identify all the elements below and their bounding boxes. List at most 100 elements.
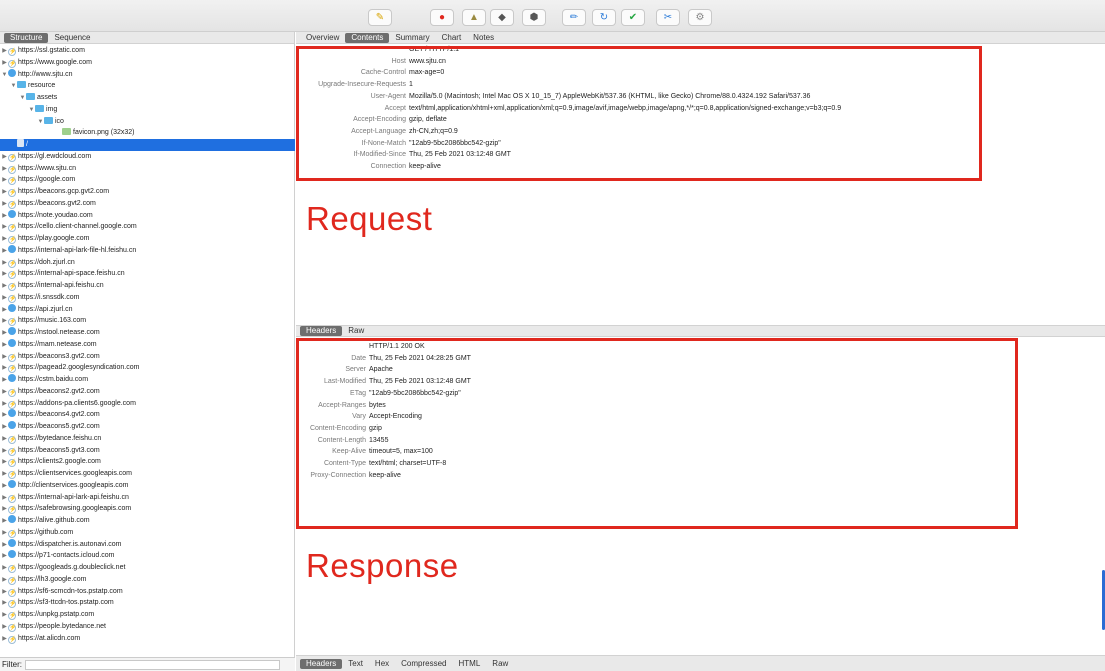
turtle-button[interactable]: ◆ <box>490 9 514 26</box>
tree-row[interactable]: ▼ img <box>0 104 295 116</box>
settings-button[interactable]: ⚙ <box>688 9 712 26</box>
tree-row-label: https://music.163.com <box>18 317 87 325</box>
tab-structure[interactable]: Structure <box>4 32 49 43</box>
tab-response-hex[interactable]: Hex <box>369 659 395 669</box>
filter-input[interactable] <box>25 659 280 670</box>
tree-row[interactable]: ▶ ⚡ https://at.alicdn.com <box>0 633 295 645</box>
tab-response-compressed[interactable]: Compressed <box>395 659 452 669</box>
tree-row[interactable]: ▶ ⚡ https://github.com <box>0 527 295 539</box>
tree-row[interactable]: ▶ http://clientservices.googleapis.com <box>0 479 295 492</box>
tree-row[interactable]: ▶ ⚡ https://clientservices.googleapis.com <box>0 468 295 480</box>
tree-row[interactable]: ▶ https://nstool.netease.com <box>0 327 295 339</box>
tree-row[interactable]: ▶ ⚡ https://sf6-scmcdn-tos.pstatp.com <box>0 586 295 598</box>
tree-row[interactable]: ▶ ⚡ https://unpkg.pstatp.com <box>0 609 295 621</box>
tree-row[interactable]: ▶ ⚡ https://bytedance.feishu.cn <box>0 433 295 445</box>
tab-request-headers[interactable]: Headers <box>300 326 343 336</box>
secure-host-icon: ⚡ <box>8 529 17 538</box>
tree-row[interactable]: ▶ ⚡ https://doh.zjurl.cn <box>0 257 295 269</box>
secure-host-icon: ⚡ <box>8 153 17 162</box>
tree-row[interactable]: ▶ ⚡ https://cello.client-channel.google.co… <box>0 221 295 233</box>
compose-button[interactable]: ✏ <box>562 9 586 26</box>
tree-row[interactable]: ▶ ⚡ https://www.sjtu.cn <box>0 163 295 175</box>
tree-row-label: https://people.bytedance.net <box>18 622 106 630</box>
secure-host-icon: ⚡ <box>8 459 17 468</box>
tree-row[interactable]: ▶ https://internal-api-lark-file-hl.feish… <box>0 244 295 257</box>
secure-host-icon: ⚡ <box>8 400 17 409</box>
globe-icon <box>8 374 16 382</box>
secure-host-icon: ⚡ <box>8 612 17 620</box>
tree-row[interactable]: ▶ ⚡ https://beacons5.gvt3.com <box>0 445 295 457</box>
tree-row[interactable]: ▶ ⚡ https://addons-pa.clients6.google.com <box>0 398 295 410</box>
tab-response-headers[interactable]: Headers <box>300 658 343 669</box>
tree-row[interactable]: ▶ ⚡ https://music.163.com <box>0 315 295 327</box>
tree-row[interactable]: ▶ ⚡ https://internal-api-lark-api.feishu.c… <box>0 492 295 504</box>
tree-row[interactable]: ▶ ⚡ https://beacons2.gvt2.com <box>0 386 295 398</box>
tree-row[interactable]: ▶ ⚡ https://sf3-ttcdn-tos.pstatp.com <box>0 597 295 609</box>
tab-summary[interactable]: Summary <box>389 33 435 43</box>
secure-host-icon: ⚡ <box>8 271 17 280</box>
tree-row[interactable]: / <box>0 139 295 151</box>
tree-row[interactable]: ▶ https://alive.github.com <box>0 515 295 527</box>
breakpoint-button[interactable]: ⬢ <box>522 9 546 26</box>
tree-row[interactable]: ▶ https://mam.netease.com <box>0 338 295 351</box>
tree-row[interactable]: ▶ ⚡ https://lh3.google.com <box>0 574 295 586</box>
broom-button[interactable]: ✎ <box>368 9 392 26</box>
tree-row[interactable]: ▶ ⚡ https://safebrowsing.googleapis.com <box>0 503 295 515</box>
tree-row[interactable]: ▶ https://note.youdao.com <box>0 209 295 222</box>
tree-row[interactable]: ▼ ico <box>0 116 295 128</box>
tree-row[interactable]: ▶ ⚡ https://play.google.com <box>0 233 295 245</box>
secure-host-icon: ⚡ <box>8 177 17 186</box>
tree-row[interactable]: ▶ https://beacons4.gvt2.com <box>0 409 295 421</box>
record-button[interactable]: ● <box>430 9 454 26</box>
lock-button[interactable]: ▲ <box>462 9 486 26</box>
tree-row-label: https://p71-contacts.icloud.com <box>18 552 115 560</box>
tab-contents[interactable]: Contents <box>345 32 390 43</box>
tree-row[interactable]: ▶ ⚡ https://googleads.g.doubleclick.net <box>0 562 295 574</box>
tree-row[interactable]: ▶ https://api.zjurl.cn <box>0 303 295 316</box>
tab-response-raw[interactable]: Raw <box>486 659 514 669</box>
tree-row[interactable]: ▶ https://dispatcher.is.autonavi.com <box>0 538 295 551</box>
tree-row[interactable]: ▶ ⚡ https://beacons.gvt2.com <box>0 198 295 210</box>
tab-response-html[interactable]: HTML <box>453 659 487 669</box>
tab-request-raw[interactable]: Raw <box>342 326 370 336</box>
tree-row[interactable]: ▶ ⚡ https://www.google.com <box>0 57 295 69</box>
tree-row[interactable]: ▶ https://p71-contacts.icloud.com <box>0 550 295 562</box>
tree-row-label: https://beacons.gcp.gvt2.com <box>18 188 110 195</box>
record-icon: ● <box>438 11 446 23</box>
tree-row[interactable]: ▶ ⚡ https://clients2.google.com <box>0 456 295 468</box>
tree-row[interactable]: ▶ ⚡ https://ssl.gstatic.com <box>0 45 295 57</box>
secure-host-icon: ⚡ <box>8 283 17 291</box>
tree-row[interactable]: ▶ ⚡ https://google.com <box>0 174 295 186</box>
tab-overview[interactable]: Overview <box>300 33 345 43</box>
validate-button[interactable]: ✔ <box>621 9 645 26</box>
tree-row[interactable]: ▼ assets <box>0 92 295 104</box>
secure-host-icon: ⚡ <box>8 494 17 503</box>
filter-bar: Filter: <box>0 657 295 671</box>
tree-row[interactable]: ▶ ⚡ https://internal-api.feishu.cn <box>0 280 295 292</box>
tree-row-label: https://www.sjtu.cn <box>18 164 76 172</box>
globe-icon <box>8 479 16 488</box>
tree-row[interactable]: ▶ https://beacons5.gvt2.com <box>0 421 295 433</box>
tree-row[interactable]: ▼ resource <box>0 80 295 92</box>
tree-row[interactable]: ▶ ⚡ https://beacons.gcp.gvt2.com <box>0 186 295 198</box>
tree-row[interactable]: favicon.png (32x32) <box>0 127 295 139</box>
tree-row-label: https://dispatcher.is.autonavi.com <box>18 540 122 548</box>
refresh-button[interactable]: ↻ <box>592 9 616 26</box>
tools-button[interactable]: ✂ <box>656 9 680 26</box>
tree-row[interactable]: ▶ ⚡ https://beacons3.gvt2.com <box>0 351 295 363</box>
tree-row[interactable]: ▶ ⚡ https://i.snssdk.com <box>0 292 295 304</box>
secure-host-icon: ⚡ <box>8 353 17 362</box>
disclosure-collapsed-icon[interactable]: ▶ <box>1 634 8 646</box>
tree-row[interactable]: ▶ ⚡ https://people.bytedance.net <box>0 621 295 633</box>
tree-row[interactable]: ▼ http://www.sjtu.cn <box>0 68 295 81</box>
tab-chart[interactable]: Chart <box>436 33 468 43</box>
tree-row[interactable]: ▶ ⚡ https://pagead2.googlesyndication.com <box>0 362 295 374</box>
tree-row[interactable]: ▶ ⚡ https://gl.ewdcloud.com <box>0 151 295 163</box>
tree-row[interactable]: ▶ https://cstm.baidu.com <box>0 374 295 386</box>
tab-sequence[interactable]: Sequence <box>48 33 96 43</box>
secure-host-icon: ⚡ <box>8 59 17 68</box>
tab-response-text[interactable]: Text <box>342 659 369 669</box>
tab-notes[interactable]: Notes <box>467 33 500 43</box>
tree-row-label: https://bytedance.feishu.cn <box>18 434 102 442</box>
tree-row[interactable]: ▶ ⚡ https://internal-api-space.feishu.cn <box>0 268 295 280</box>
